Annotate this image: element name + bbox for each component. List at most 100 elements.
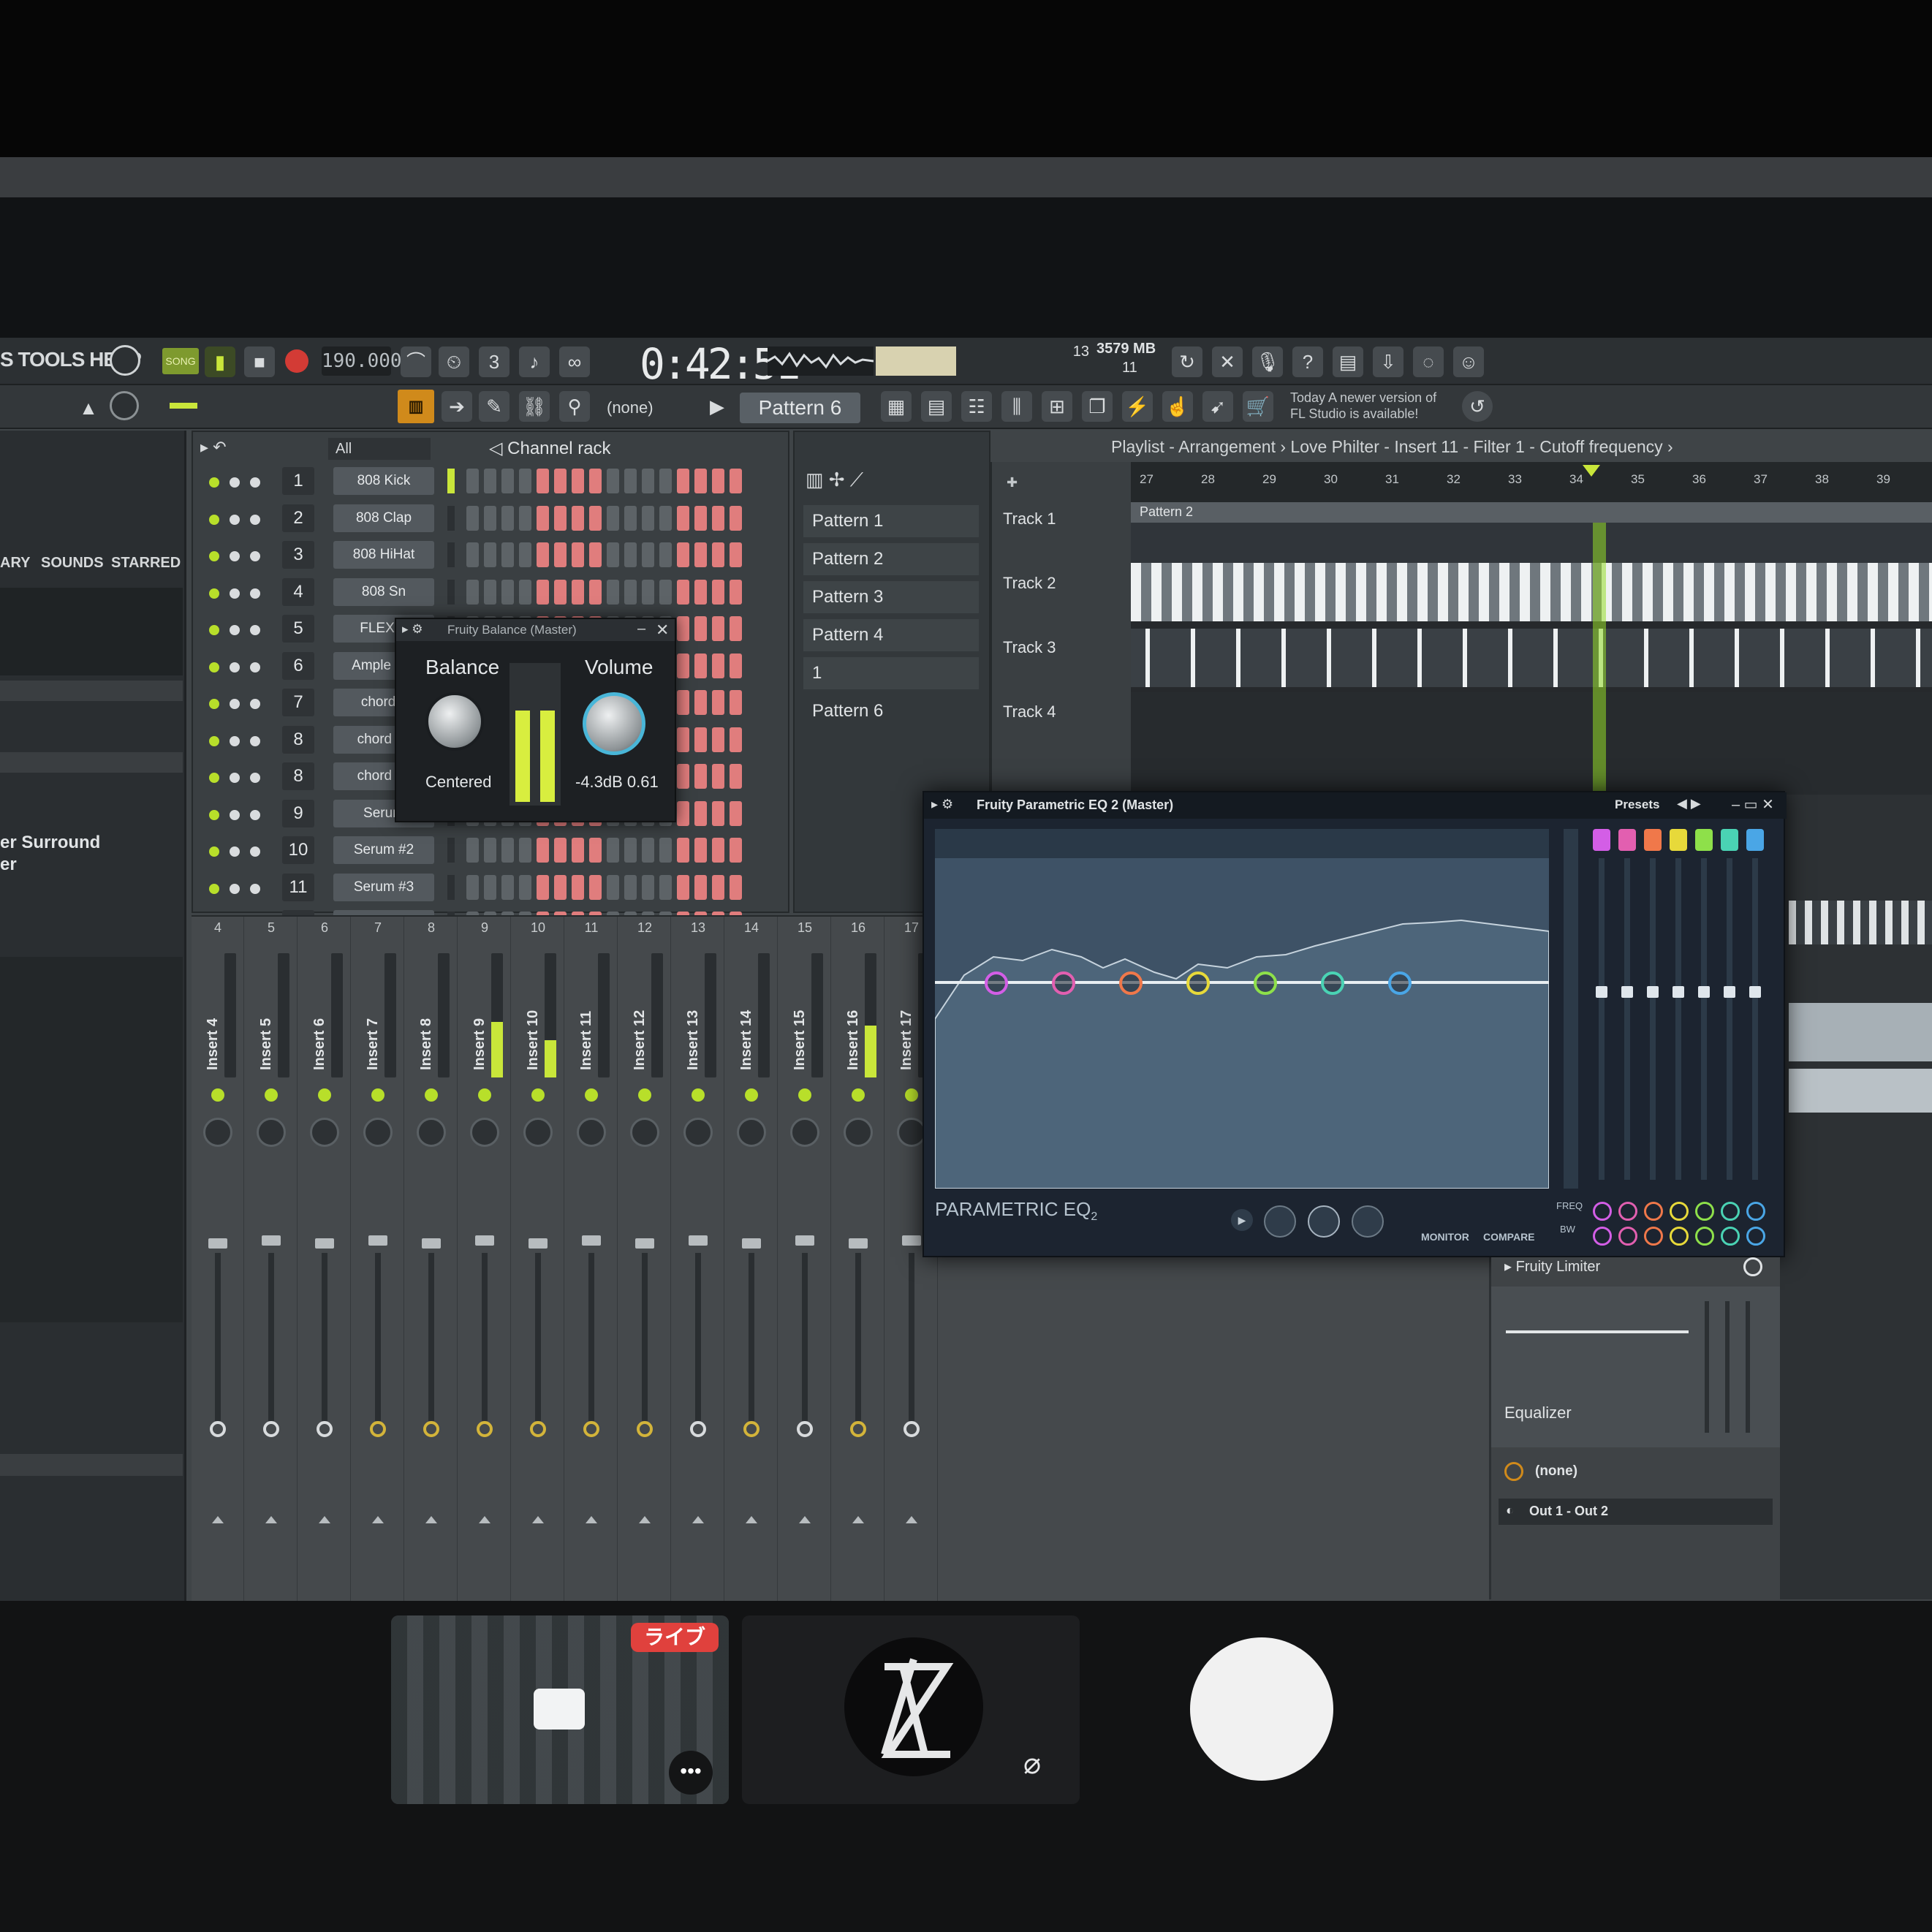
step-button[interactable]	[677, 505, 689, 531]
channel-mixer-number[interactable]: 2	[282, 504, 314, 532]
step-button[interactable]	[466, 838, 479, 863]
mixer-enable-led[interactable]	[852, 1088, 865, 1102]
audio-clip[interactable]	[1789, 901, 1932, 944]
step-button[interactable]	[572, 469, 584, 493]
channel-mute-led[interactable]	[230, 809, 240, 820]
step-button[interactable]	[694, 764, 707, 789]
mixer-strip[interactable]: 7 Insert 7	[352, 917, 404, 1601]
mixer-volume-fader[interactable]	[322, 1253, 327, 1421]
step-button[interactable]	[624, 579, 637, 605]
mixer-route-arrow-icon[interactable]	[906, 1516, 917, 1523]
eq-bw-knob[interactable]	[1746, 1227, 1765, 1246]
channel-mixer-number[interactable]: 3	[282, 541, 314, 569]
track-name[interactable]: Track 1	[1003, 509, 1056, 529]
channel-active-led[interactable]	[209, 773, 219, 783]
channel-active-led[interactable]	[209, 846, 219, 857]
channel-solo-led[interactable]	[250, 699, 260, 709]
mixer-pan-knob[interactable]	[203, 1118, 232, 1147]
eq-band-gain-slider[interactable]	[1701, 858, 1707, 1180]
eq-spectrum-graph[interactable]	[935, 829, 1549, 1189]
eq-band-gain-handle[interactable]	[1596, 986, 1607, 998]
step-button[interactable]	[537, 874, 549, 900]
channel-mute-led[interactable]	[230, 551, 240, 561]
step-button[interactable]	[519, 579, 531, 605]
step-button[interactable]	[484, 874, 496, 900]
mixer-route-arrow-icon[interactable]	[639, 1516, 651, 1523]
channel-active-led[interactable]	[209, 477, 219, 488]
step-button[interactable]	[730, 579, 742, 605]
channel-row[interactable]: 10 Serum #2	[202, 836, 787, 868]
mixer-fader-handle[interactable]	[582, 1235, 601, 1246]
route-icon[interactable]	[1504, 1462, 1523, 1481]
channel-row[interactable]: 1 808 Kick	[202, 467, 787, 499]
mixer-route-arrow-icon[interactable]	[265, 1516, 277, 1523]
mixer-pan-knob[interactable]	[844, 1118, 873, 1147]
eq-band-node[interactable]	[985, 971, 1008, 995]
browser-section[interactable]	[0, 752, 183, 773]
audio-clip[interactable]	[1789, 1069, 1932, 1113]
step-button[interactable]	[624, 505, 637, 531]
slot-enable-icon[interactable]	[1743, 1257, 1762, 1276]
wait-input-icon[interactable]: ⏲	[439, 346, 469, 377]
project-icon[interactable]: ❐	[1082, 391, 1113, 422]
mixer-route-arrow-icon[interactable]	[319, 1516, 330, 1523]
pattern-clip-notes[interactable]	[1131, 523, 1932, 563]
mixer-enable-led[interactable]	[585, 1088, 598, 1102]
mixer-enable-led[interactable]	[211, 1088, 224, 1102]
play-icon[interactable]: ▶	[1231, 1209, 1253, 1231]
eq-band-fader[interactable]	[1705, 1301, 1709, 1433]
step-button[interactable]	[659, 469, 672, 493]
browser-icon[interactable]: ⊞	[1042, 391, 1072, 422]
eq-band-gain-handle[interactable]	[1621, 986, 1633, 998]
mixer-icon[interactable]: ⫼	[1001, 391, 1032, 422]
snap-selector[interactable]: (none)	[607, 398, 654, 417]
mixer-route-arrow-icon[interactable]	[746, 1516, 757, 1523]
channel-solo-led[interactable]	[250, 477, 260, 488]
step-button[interactable]	[607, 579, 619, 605]
step-button[interactable]	[466, 542, 479, 567]
step-button[interactable]	[501, 542, 514, 567]
step-button[interactable]	[642, 469, 654, 493]
fx-slot-limiter[interactable]: ▸ Fruity Limiter	[1504, 1257, 1600, 1276]
step-button[interactable]	[677, 542, 689, 567]
pattern-item[interactable]: Pattern 2	[803, 543, 979, 575]
eq-band-node[interactable]	[1388, 971, 1412, 995]
minimize-icon[interactable]: –	[637, 621, 645, 637]
channel-mixer-number[interactable]: 7	[282, 689, 314, 716]
master-volume-knob[interactable]	[110, 391, 139, 420]
step-button[interactable]	[659, 542, 672, 567]
step-button[interactable]	[501, 505, 514, 531]
channel-row[interactable]: 2 808 Clap	[202, 504, 787, 537]
mixer-volume-fader[interactable]	[802, 1253, 808, 1421]
pattern-item[interactable]: Pattern 3	[803, 581, 979, 613]
channel-active-led[interactable]	[209, 588, 219, 599]
pattern-selector[interactable]: Pattern 6	[740, 393, 860, 423]
track-name[interactable]: Track 3	[1003, 638, 1056, 657]
channel-mute-led[interactable]	[230, 735, 240, 746]
mixer-send-knob[interactable]	[797, 1421, 813, 1437]
channel-rack-icon[interactable]: ☷	[961, 391, 992, 422]
mixer-route-arrow-icon[interactable]	[799, 1516, 811, 1523]
step-button[interactable]	[624, 838, 637, 863]
plugin-icon[interactable]: ⚡	[1122, 391, 1153, 422]
step-button[interactable]	[694, 579, 707, 605]
step-button[interactable]	[572, 542, 584, 567]
eq-band-button[interactable]	[1721, 829, 1738, 851]
eq-band-button[interactable]	[1670, 829, 1687, 851]
empty-lane[interactable]	[1131, 692, 1932, 795]
step-button[interactable]	[694, 653, 707, 678]
mixer-enable-led[interactable]	[745, 1088, 758, 1102]
channel-mute-led[interactable]	[230, 625, 240, 635]
shutter-button[interactable]	[1190, 1637, 1333, 1781]
step-button[interactable]	[484, 469, 496, 493]
render-icon[interactable]: ⇩	[1373, 346, 1403, 377]
piano-roll-window-icon[interactable]: ▤	[921, 391, 952, 422]
step-button[interactable]	[712, 764, 724, 789]
step-button[interactable]	[677, 653, 689, 678]
track-name[interactable]: Track 2	[1003, 574, 1056, 593]
mixer-send-knob[interactable]	[690, 1421, 706, 1437]
browser-section[interactable]	[0, 681, 183, 701]
step-button[interactable]	[694, 542, 707, 567]
master-pitch-slider[interactable]	[170, 403, 197, 409]
mic-off-icon[interactable]: ⌀	[1023, 1747, 1041, 1781]
